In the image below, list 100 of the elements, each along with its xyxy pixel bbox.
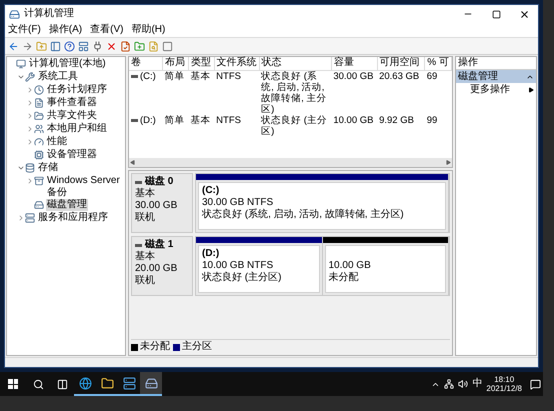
disk-size: 30.00 GB (135, 200, 178, 212)
clock[interactable]: 18:10 2021/12/8 (486, 375, 522, 393)
table-cell-text: NTFS (215, 114, 242, 128)
help-icon[interactable] (64, 40, 75, 52)
disk-name: 磁盘 1 (145, 239, 174, 250)
table-cell: NTFS (214, 70, 260, 114)
table-cell: 30.00 GB (331, 70, 378, 114)
drive-icon (34, 200, 44, 210)
column-header[interactable]: 容量 (331, 57, 378, 70)
input-method-indicator[interactable]: 中 (472, 378, 482, 390)
tree-item[interactable]: 共享文件夹 (46, 110, 98, 122)
scroll-right-icon[interactable] (446, 160, 451, 165)
clock-icon (34, 85, 44, 95)
table-cell: 状态良好 (系统, 启动, 活动, 故障转储, 主分区) (259, 70, 332, 114)
partition-size: 10.00 GB (328, 260, 372, 272)
document-icon (34, 98, 44, 108)
scroll-left-icon[interactable] (130, 160, 135, 165)
table-cell: (D:) (129, 114, 162, 136)
taskbar-app[interactable] (140, 372, 162, 396)
volume-icon[interactable] (458, 379, 468, 389)
menu-item[interactable]: 帮助(H) (131, 24, 166, 36)
square-icon[interactable] (162, 40, 173, 52)
maximize-icon (492, 10, 500, 18)
table-cell-text: 9.92 GB (378, 114, 415, 128)
column-header[interactable]: 状态 (259, 57, 332, 70)
back-arrow-icon[interactable] (8, 40, 19, 52)
disk-status: 联机 (135, 212, 156, 224)
menu-item[interactable]: 文件(F) (8, 24, 41, 36)
task-view-icon (56, 378, 68, 390)
tree-item[interactable]: 磁盘管理 (46, 199, 88, 211)
computer-icon (16, 59, 26, 69)
table-cell-text: 简单 (163, 114, 186, 128)
menu-item[interactable]: 查看(V) (90, 24, 124, 36)
legend-label: 未分配 (140, 341, 170, 353)
windows-logo-icon (8, 379, 18, 389)
tree-item[interactable]: 本地用户和组 (46, 123, 108, 135)
expanded-chevron-icon[interactable] (16, 73, 24, 81)
menu-item[interactable]: 操作(A) (48, 24, 82, 36)
folder-plus-icon[interactable] (134, 40, 145, 52)
column-header[interactable]: 类型 (188, 57, 214, 70)
disk-type: 基本 (135, 188, 156, 200)
partition-size: 30.00 GB NTFS (202, 197, 274, 208)
disk-name: 磁盘 0 (145, 176, 174, 188)
table-cell: 简单 (162, 70, 188, 114)
partition-size: 10.00 GB NTFS (202, 260, 274, 272)
table-cell: (C:) (129, 70, 162, 114)
drive-icon (131, 118, 138, 122)
chip-icon (34, 150, 44, 160)
drive-icon (144, 376, 158, 390)
column-header[interactable]: 卷 (129, 57, 162, 70)
tree-item[interactable]: 事件查看器 (46, 97, 98, 109)
forward-arrow-icon[interactable] (22, 40, 33, 52)
globe-icon (78, 376, 92, 390)
tree-item[interactable]: Windows Server 备份 (46, 175, 125, 199)
server-icon (122, 376, 136, 390)
tree-item[interactable]: 存储 (37, 162, 59, 174)
plug-icon[interactable] (92, 40, 103, 52)
wrench-icon (25, 72, 35, 82)
tree-item[interactable]: 计算机管理(本地) (28, 58, 107, 70)
column-header[interactable]: 文件系统 (214, 57, 260, 70)
action-item[interactable]: 更多操作 (456, 83, 536, 96)
submenu-arrow-icon (528, 86, 534, 92)
delete-icon[interactable] (106, 40, 117, 52)
storage-icon (25, 163, 35, 173)
disk-info[interactable]: 磁盘 1 基本 20.00 GB 联机 (131, 236, 193, 296)
folder-icon (100, 376, 114, 390)
partition-status: 未分配 (328, 272, 360, 284)
table-cell-text: 基本 (189, 114, 212, 128)
column-header[interactable]: 可用空间 (377, 57, 425, 70)
partition-label: (C:) (202, 185, 220, 197)
close-icon (518, 8, 530, 20)
legend-label: 主分区 (182, 341, 212, 353)
column-header[interactable]: 布局 (162, 57, 188, 70)
actions-section[interactable]: 磁盘管理 (456, 70, 536, 83)
tree-item[interactable]: 服务和应用程序 (37, 212, 109, 224)
network-icon[interactable] (444, 379, 454, 389)
document-check-icon[interactable] (120, 40, 131, 52)
server-icon (25, 213, 35, 223)
table-cell: 69 (424, 70, 452, 114)
gauge-icon (34, 137, 44, 147)
disk-info[interactable]: 磁盘 0 基本 30.00 GB 联机 (131, 173, 193, 233)
tree-item[interactable]: 性能 (46, 136, 68, 148)
table-cell: 基本 (188, 70, 214, 114)
disk-size: 20.00 GB (135, 263, 178, 274)
panel-icon[interactable] (78, 40, 89, 52)
drive-icon (131, 74, 138, 78)
search-icon (32, 378, 44, 390)
users-icon (34, 124, 44, 134)
column-header[interactable]: % 可 (424, 57, 452, 70)
horizontal-scrollbar[interactable] (129, 158, 452, 167)
disk-status: 联机 (135, 275, 156, 287)
partition-status: 状态良好 (主分区) (202, 272, 282, 284)
expanded-chevron-icon[interactable] (16, 164, 24, 172)
tree-item[interactable]: 任务计划程序 (46, 84, 108, 96)
notification-icon[interactable] (530, 378, 541, 390)
tree-item[interactable]: 设备管理器 (46, 149, 98, 161)
tree-item[interactable]: 系统工具 (37, 71, 79, 83)
window-title: 计算机管理 (24, 8, 74, 20)
app-icon (9, 8, 20, 20)
panel-icon[interactable] (50, 40, 61, 52)
